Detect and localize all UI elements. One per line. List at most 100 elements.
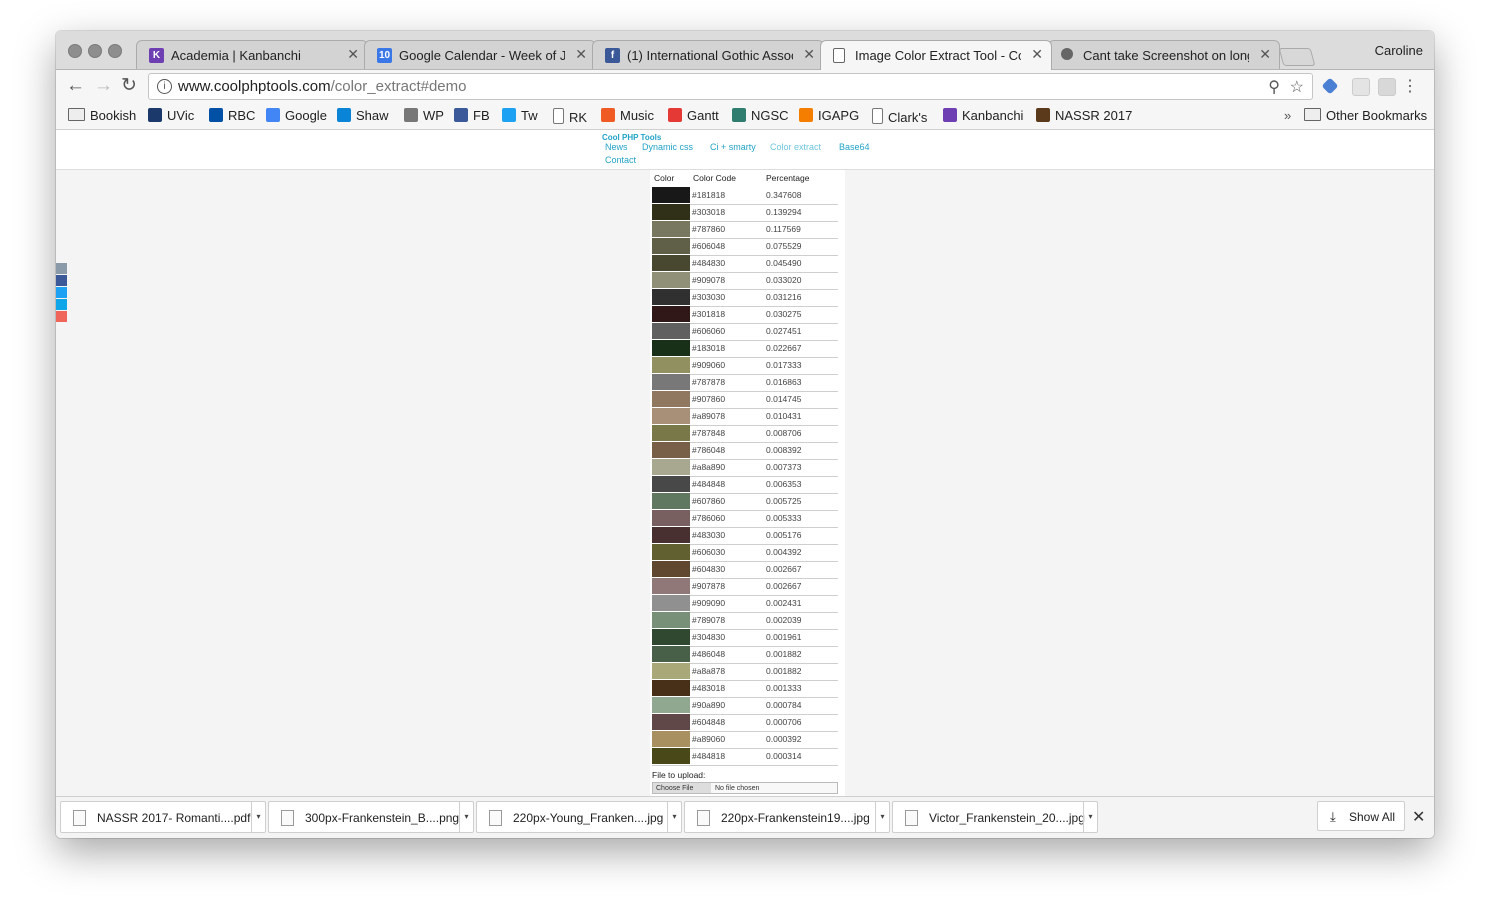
tab-1[interactable]: K Academia | Kanbanchi ✕ [136, 40, 368, 69]
new-tab-button[interactable] [1278, 48, 1316, 66]
twitter-share-icon[interactable] [56, 287, 67, 298]
color-row: #789078 0.002039 [652, 612, 838, 630]
close-tab-icon[interactable]: ✕ [1259, 46, 1271, 63]
color-row: #484830 0.045490 [652, 255, 838, 273]
profile-name[interactable]: Caroline [1375, 43, 1423, 58]
close-tab-icon[interactable]: ✕ [347, 46, 359, 63]
rbc-icon [209, 108, 223, 122]
nav-news[interactable]: News [605, 142, 628, 152]
site-brand[interactable]: Cool PHP Tools [602, 133, 661, 142]
site-info-icon[interactable]: i [157, 79, 172, 94]
bookmark-label: Music [620, 108, 654, 123]
color-row: #909090 0.002431 [652, 595, 838, 613]
color-code: #483018 [692, 683, 726, 693]
download-menu-arrow-icon[interactable]: ▾ [875, 802, 889, 832]
bookmark-bookish[interactable]: Bookish [68, 108, 136, 123]
color-swatch [652, 238, 690, 254]
bookmark-rbc[interactable]: RBC [209, 108, 255, 123]
download-item[interactable]: NASSR 2017- Romanti....pdf ▾ [60, 801, 266, 833]
nav-color-extract[interactable]: Color extract [770, 142, 821, 152]
extension-dropbox-icon[interactable] [1321, 77, 1339, 95]
bookmark-ngsc[interactable]: NGSC [732, 108, 789, 123]
extension-grey-icon[interactable] [1352, 78, 1370, 96]
download-item[interactable]: Victor_Frankenstein_20....jpg ▾ [892, 801, 1098, 833]
close-window-button[interactable] [68, 44, 82, 58]
color-code: #183018 [692, 343, 726, 353]
color-swatch [652, 408, 690, 424]
color-row: #606030 0.004392 [652, 544, 838, 562]
tab-4[interactable]: Image Color Extract Tool - Coo ✕ [820, 40, 1052, 70]
bookmark-google[interactable]: Google [266, 108, 327, 123]
bookmark-gantt[interactable]: Gantt [668, 108, 719, 123]
tab-3[interactable]: f (1) International Gothic Associ ✕ [592, 40, 824, 69]
close-shelf-icon[interactable]: ✕ [1412, 807, 1425, 827]
bookmark-rk[interactable]: RK [553, 108, 587, 125]
color-percentage: 0.008392 [766, 445, 802, 455]
bookmark-nassr-2017[interactable]: NASSR 2017 [1036, 108, 1132, 123]
facebook-share-icon[interactable] [56, 275, 67, 286]
bookmark-fb[interactable]: FB [454, 108, 490, 123]
other-bookmarks[interactable]: Other Bookmarks [1304, 108, 1427, 123]
tab-2[interactable]: 10 Google Calendar - Week of Jun ✕ [364, 40, 596, 69]
calendar-icon: 10 [377, 48, 392, 63]
color-percentage: 0.005725 [766, 496, 802, 506]
download-menu-arrow-icon[interactable]: ▾ [459, 802, 473, 832]
close-tab-icon[interactable]: ✕ [803, 46, 815, 63]
color-results-panel: Color Color Code Percentage #181818 0.347… [650, 170, 845, 796]
nav-contact[interactable]: Contact [605, 155, 636, 165]
download-menu-arrow-icon[interactable]: ▾ [1083, 802, 1097, 832]
zoom-window-button[interactable] [108, 44, 122, 58]
share-icon[interactable] [56, 263, 67, 274]
color-code: #a89060 [692, 734, 726, 744]
close-tab-icon[interactable]: ✕ [575, 46, 587, 63]
bookmark-tw[interactable]: Tw [502, 108, 538, 123]
nav-ci-smarty[interactable]: Ci + smarty [710, 142, 756, 152]
show-all-button[interactable]: ⤓ Show All [1317, 801, 1405, 831]
choose-file-button[interactable]: Choose File [653, 783, 711, 793]
bookmark-wp[interactable]: WP [404, 108, 444, 123]
back-arrow-icon[interactable]: ← [66, 76, 85, 96]
color-swatch [652, 731, 690, 747]
bookmark-clark-s[interactable]: Clark's [872, 108, 927, 125]
download-item[interactable]: 220px-Young_Franken....jpg ▾ [476, 801, 682, 833]
minimize-window-button[interactable] [88, 44, 102, 58]
stumbleupon-share-icon[interactable] [56, 311, 67, 322]
bookmark-kanbanchi[interactable]: Kanbanchi [943, 108, 1023, 123]
color-percentage: 0.002667 [766, 564, 802, 574]
color-swatch [652, 476, 690, 492]
color-code: #484848 [692, 479, 726, 489]
bookmark-uvic[interactable]: UVic [148, 108, 194, 123]
skype-share-icon[interactable] [56, 299, 67, 310]
nav-dynamic-css[interactable]: Dynamic css [642, 142, 693, 152]
rss-icon[interactable] [1378, 78, 1396, 96]
download-menu-arrow-icon[interactable]: ▾ [667, 802, 681, 832]
download-item[interactable]: 300px-Frankenstein_B....png ▾ [268, 801, 474, 833]
color-swatch [652, 255, 690, 271]
tab-title: Image Color Extract Tool - Coo [855, 48, 1021, 63]
color-code: #789078 [692, 615, 726, 625]
download-item[interactable]: 220px-Frankenstein19....jpg ▾ [684, 801, 890, 833]
bookmark-star-icon[interactable]: ☆ [1290, 77, 1304, 97]
tab-5[interactable]: Cant take Screenshot on long ✕ [1048, 40, 1280, 69]
color-row: #181818 0.347608 [652, 187, 838, 205]
file-upload-input[interactable]: Choose File No file chosen [652, 782, 838, 794]
color-percentage: 0.000784 [766, 700, 802, 710]
color-code: #90a890 [692, 700, 726, 710]
toolbar: ← → ↻ i www.coolphptools.com/color_extra… [56, 70, 1434, 104]
folder-icon [1304, 108, 1321, 121]
bookmarks-overflow-icon[interactable]: » [1284, 108, 1291, 123]
bookmark-music[interactable]: Music [601, 108, 654, 123]
zoom-magnifier-icon[interactable]: ⚲ [1268, 77, 1280, 97]
color-percentage: 0.027451 [766, 326, 802, 336]
bookmark-shaw[interactable]: Shaw [337, 108, 389, 123]
download-menu-arrow-icon[interactable]: ▾ [251, 802, 265, 832]
color-swatch [652, 612, 690, 628]
forward-arrow-icon[interactable]: → [94, 76, 113, 96]
close-tab-icon[interactable]: ✕ [1031, 46, 1043, 63]
nav-base64[interactable]: Base64 [839, 142, 870, 152]
browser-menu-icon[interactable]: ⋮ [1402, 76, 1418, 96]
reload-icon[interactable]: ↻ [121, 76, 137, 96]
color-row: #907860 0.014745 [652, 391, 838, 409]
bookmark-igapg[interactable]: IGAPG [799, 108, 859, 123]
address-bar[interactable]: i www.coolphptools.com/color_extract#dem… [148, 73, 1313, 100]
